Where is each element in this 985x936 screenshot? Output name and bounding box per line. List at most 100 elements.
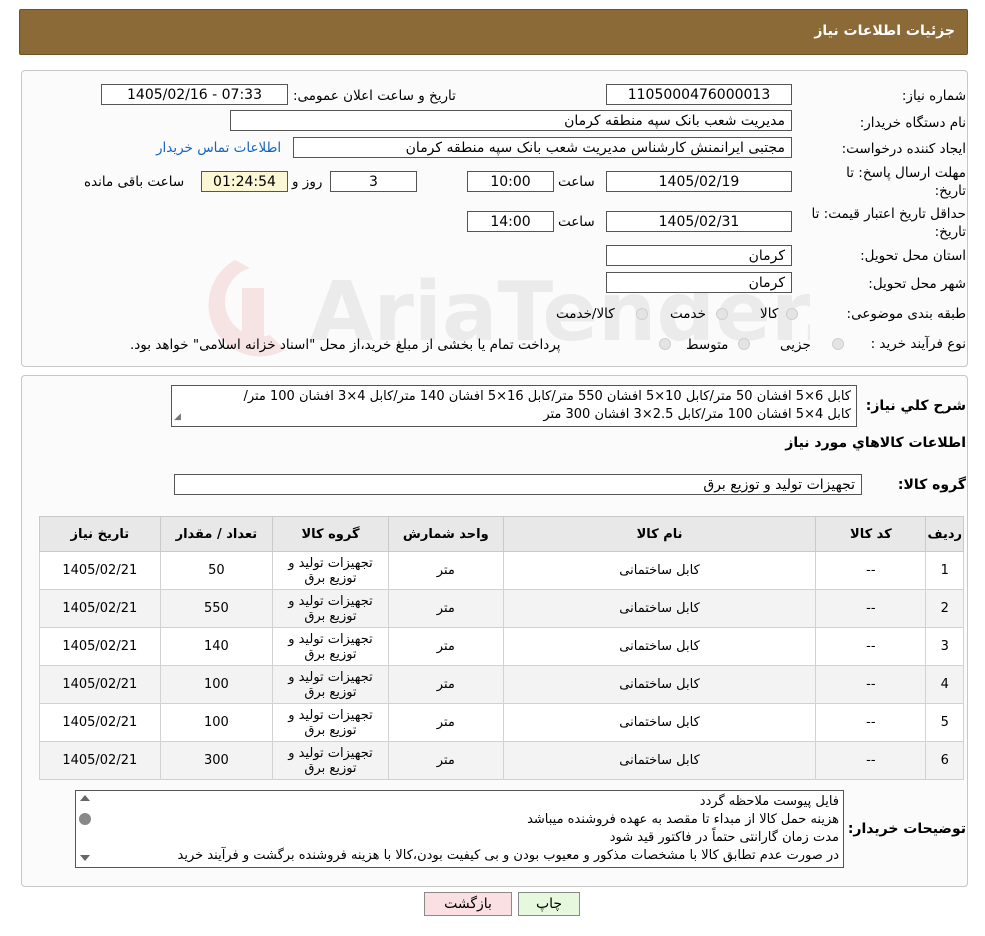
cell-code: -- bbox=[815, 665, 927, 704]
cell-row: 5 bbox=[925, 703, 964, 742]
days-label: روز و bbox=[292, 174, 323, 190]
table-row: 5 -- کابل ساختمانی متر تجهیزات تولید و ت… bbox=[39, 703, 964, 742]
scroll-down-icon[interactable] bbox=[80, 855, 90, 861]
deadline-label: مهلت ارسال پاسخ: تا bbox=[846, 165, 966, 181]
buyer-label: نام دستگاه خریدار: bbox=[859, 115, 966, 131]
category-radio-goods[interactable] bbox=[786, 308, 798, 320]
cell-unit: متر bbox=[387, 551, 504, 590]
cell-row: 3 bbox=[925, 627, 964, 666]
summary-textarea[interactable]: کابل 6×5 افشان 50 متر/کابل 10×5 افشان 55… bbox=[171, 385, 857, 427]
category-radio-service[interactable] bbox=[716, 308, 728, 320]
goods-group-field: تجهیزات تولید و توزیع برق bbox=[174, 474, 862, 495]
col-header-row: رديف bbox=[925, 516, 964, 552]
cell-qty: 100 bbox=[159, 703, 274, 742]
announce-label: تاریخ و ساعت اعلان عمومی: bbox=[293, 88, 456, 104]
cell-name: کابل ساختمانی bbox=[502, 703, 817, 742]
validity-time-label: ساعت bbox=[558, 214, 595, 230]
cell-date: 1405/02/21 bbox=[39, 551, 161, 590]
category-option-service: خدمت bbox=[670, 306, 706, 322]
print-button[interactable]: چاپ bbox=[518, 892, 580, 916]
cell-date: 1405/02/21 bbox=[39, 703, 161, 742]
process-radio-minor[interactable] bbox=[832, 338, 844, 350]
cell-name: کابل ساختمانی bbox=[502, 741, 817, 780]
items-table: رديف کد کالا نام کالا واحد شمارش گروه کا… bbox=[39, 516, 964, 780]
buyer-notes-label: توضیحات خریدار: bbox=[847, 821, 966, 837]
table-header-row: رديف کد کالا نام کالا واحد شمارش گروه کا… bbox=[39, 516, 964, 552]
validity-date-field: 1405/02/31 bbox=[606, 211, 792, 232]
cell-code: -- bbox=[815, 627, 927, 666]
creator-field: مجتبی ایرانمنش کارشناس مدیریت شعب بانک س… bbox=[293, 137, 792, 158]
resize-handle-icon[interactable]: ◢ bbox=[174, 408, 181, 426]
cell-unit: متر bbox=[387, 703, 504, 742]
goods-group-label: گروه کالا: bbox=[897, 477, 966, 493]
cell-row: 2 bbox=[925, 589, 964, 628]
province-label: استان محل تحویل: bbox=[860, 248, 966, 264]
table-row: 2 -- کابل ساختمانی متر تجهیزات تولید و ت… bbox=[39, 589, 964, 628]
cell-group: تجهیزات تولید و توزیع برق bbox=[272, 589, 389, 628]
category-option-goods: کالا bbox=[760, 306, 779, 322]
table-row: 4 -- کابل ساختمانی متر تجهیزات تولید و ت… bbox=[39, 665, 964, 704]
cell-date: 1405/02/21 bbox=[39, 589, 161, 628]
category-option-goods-service: کالا/خدمت bbox=[556, 306, 615, 322]
cell-name: کابل ساختمانی bbox=[502, 551, 817, 590]
payment-note: پرداخت تمام یا بخشی از مبلغ خرید،از محل … bbox=[130, 337, 561, 353]
col-header-group: گروه کالا bbox=[272, 516, 389, 552]
cell-name: کابل ساختمانی bbox=[502, 589, 817, 628]
cell-qty: 50 bbox=[159, 551, 274, 590]
summary-line-1: کابل 6×5 افشان 50 متر/کابل 10×5 افشان 55… bbox=[243, 389, 851, 404]
buyer-field: مدیریت شعب بانک سپه منطقه کرمان bbox=[230, 110, 792, 131]
cell-date: 1405/02/21 bbox=[39, 665, 161, 704]
city-label: شهر محل تحویل: bbox=[868, 276, 966, 292]
city-field: کرمان bbox=[606, 272, 792, 293]
category-label: طبقه بندی موضوعی: bbox=[846, 306, 966, 322]
scroll-thumb[interactable] bbox=[79, 813, 91, 825]
cell-group: تجهیزات تولید و توزیع برق bbox=[272, 665, 389, 704]
cell-code: -- bbox=[815, 551, 927, 590]
remaining-time-label: ساعت باقی مانده bbox=[84, 174, 185, 190]
cell-name: کابل ساختمانی bbox=[502, 627, 817, 666]
back-button[interactable]: بازگشت bbox=[424, 892, 512, 916]
table-row: 3 -- کابل ساختمانی متر تجهیزات تولید و ت… bbox=[39, 627, 964, 666]
cell-qty: 140 bbox=[159, 627, 274, 666]
note-line: مدت زمان گارانتی حتماً در فاکتور قید شود bbox=[609, 830, 839, 845]
cell-unit: متر bbox=[387, 589, 504, 628]
deadline-time-field: 10:00 bbox=[467, 171, 554, 192]
note-line: هزینه حمل کالا از مبداء تا مقصد به عهده … bbox=[527, 812, 839, 827]
summary-label: شرح کلي نياز: bbox=[865, 398, 966, 414]
cell-group: تجهیزات تولید و توزیع برق bbox=[272, 627, 389, 666]
col-header-unit: واحد شمارش bbox=[387, 516, 504, 552]
announce-field: 1405/02/16 - 07:33 bbox=[101, 84, 288, 105]
cell-date: 1405/02/21 bbox=[39, 627, 161, 666]
validity-label: حداقل تاریخ اعتبار قیمت: تا bbox=[811, 206, 966, 222]
cell-name: کابل ساختمانی bbox=[502, 665, 817, 704]
validity-date-label: تاریخ: bbox=[934, 224, 966, 240]
cell-group: تجهیزات تولید و توزیع برق bbox=[272, 741, 389, 780]
table-row: 1 -- کابل ساختمانی متر تجهیزات تولید و ت… bbox=[39, 551, 964, 590]
need-number-label: شماره نیاز: bbox=[901, 88, 966, 104]
buyer-notes-textarea[interactable]: فایل پیوست ملاحظه گردد هزینه حمل کالا از… bbox=[75, 790, 844, 868]
days-field: 3 bbox=[330, 171, 417, 192]
page-title: جزئیات اطلاعات نیاز bbox=[814, 23, 955, 39]
cell-code: -- bbox=[815, 741, 927, 780]
category-radio-goods-service[interactable] bbox=[636, 308, 648, 320]
col-header-name: نام کالا bbox=[502, 516, 817, 552]
notes-scrollbar[interactable] bbox=[76, 791, 94, 867]
cell-row: 4 bbox=[925, 665, 964, 704]
table-row: 6 -- کابل ساختمانی متر تجهیزات تولید و ت… bbox=[39, 741, 964, 780]
buyer-contact-link[interactable]: اطلاعات تماس خریدار bbox=[156, 140, 281, 156]
page-header: جزئیات اطلاعات نیاز bbox=[19, 9, 968, 55]
cell-date: 1405/02/21 bbox=[39, 741, 161, 780]
deadline-date-label: تاریخ: bbox=[934, 183, 966, 199]
cell-group: تجهیزات تولید و توزیع برق bbox=[272, 551, 389, 590]
cell-unit: متر bbox=[387, 665, 504, 704]
col-header-code: کد کالا bbox=[815, 516, 927, 552]
process-radio-medium[interactable] bbox=[738, 338, 750, 350]
validity-time-field: 14:00 bbox=[467, 211, 554, 232]
cell-qty: 100 bbox=[159, 665, 274, 704]
cell-qty: 300 bbox=[159, 741, 274, 780]
province-field: کرمان bbox=[606, 245, 792, 266]
cell-row: 1 bbox=[925, 551, 964, 590]
scroll-up-icon[interactable] bbox=[80, 795, 90, 801]
process-option-medium: متوسط bbox=[686, 337, 729, 353]
payment-checkbox[interactable] bbox=[659, 338, 671, 350]
